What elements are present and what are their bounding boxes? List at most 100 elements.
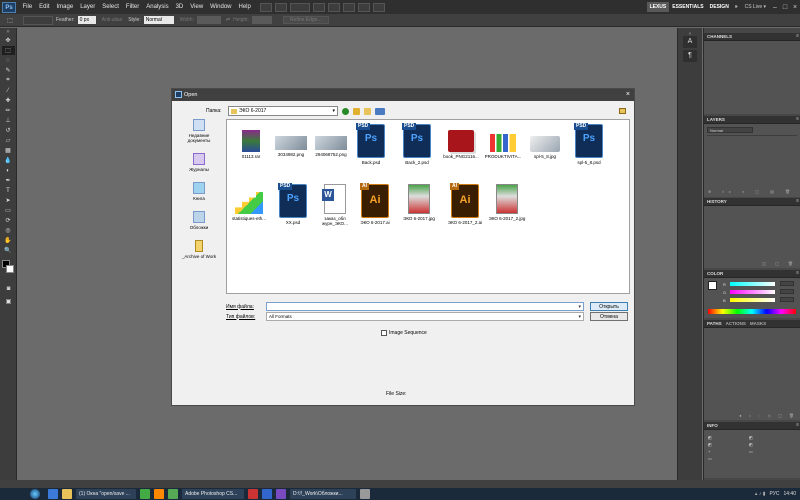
- pen-tool-icon[interactable]: ✒: [2, 176, 15, 185]
- menu-edit[interactable]: Edit: [36, 0, 53, 14]
- brush-tool-icon[interactable]: ✏: [2, 106, 15, 115]
- color-foreground-swatch[interactable]: [708, 281, 717, 290]
- file-item[interactable]: AI Ai ЭКО 6-2017_2.ai: [445, 183, 485, 244]
- open-folder-icon[interactable]: [619, 108, 626, 114]
- move-tool-icon[interactable]: ✥: [2, 36, 15, 45]
- path-select-icon[interactable]: ➤: [2, 196, 15, 205]
- image-sequence-checkbox[interactable]: [381, 330, 387, 336]
- panel-menu-icon[interactable]: ≡: [796, 34, 799, 39]
- menu-help[interactable]: Help: [235, 0, 254, 14]
- clock[interactable]: 14:40: [783, 491, 796, 497]
- screen-mode-button[interactable]: [373, 2, 386, 12]
- file-item[interactable]: PRODUKTIVITA...: [483, 124, 523, 184]
- place-journals[interactable]: Журналы: [178, 153, 220, 172]
- file-item[interactable]: 3034982.png: [271, 124, 311, 184]
- tab-actions[interactable]: ACTIONS: [726, 320, 746, 327]
- app-icon-messenger[interactable]: [168, 489, 178, 499]
- info-panel-header[interactable]: INFO ≡: [704, 422, 800, 430]
- toolbox-collapse-icon[interactable]: »: [2, 29, 15, 35]
- file-item[interactable]: ЭКО 6-2017.jpg: [399, 184, 439, 244]
- tab-paths[interactable]: PATHS: [707, 320, 722, 327]
- place-book[interactable]: Книга: [178, 182, 220, 201]
- history-footer-icons[interactable]: ◫ ▢ 🗑: [762, 261, 797, 266]
- menu-file[interactable]: File: [19, 0, 36, 14]
- 3d-orbit-icon[interactable]: ◎: [2, 226, 15, 235]
- crop-tool-icon[interactable]: ⌗: [2, 76, 15, 85]
- workspace-design[interactable]: DESIGN: [707, 2, 732, 12]
- file-item[interactable]: PSD Ps XX.psd: [273, 183, 313, 244]
- place-archive[interactable]: _Archive of Work: [178, 240, 220, 259]
- app-icon-blue[interactable]: [262, 489, 272, 499]
- file-item[interactable]: statistiques-eth...: [229, 184, 269, 244]
- hand-tool-button[interactable]: [313, 2, 326, 12]
- blend-mode-select[interactable]: Normal: [707, 127, 753, 133]
- strip-expand-icon[interactable]: «: [683, 28, 697, 37]
- marquee-preset-icon[interactable]: ⬚: [3, 16, 17, 25]
- hand-tool-icon[interactable]: ✋: [2, 236, 15, 245]
- 3d-rotate-icon[interactable]: ⟳: [2, 216, 15, 225]
- color-spectrum-ramp[interactable]: [708, 309, 796, 314]
- refine-edge-button[interactable]: Refine Edge...: [282, 16, 329, 24]
- close-app-button[interactable]: ×: [790, 4, 800, 11]
- color-slider-r[interactable]: [730, 282, 775, 286]
- new-folder-icon[interactable]: [364, 107, 371, 115]
- cancel-button[interactable]: Отмена: [590, 312, 628, 321]
- app-icon-orange[interactable]: [154, 489, 164, 499]
- zoom-tool-icon[interactable]: 🔍: [2, 246, 15, 255]
- selection-mode-buttons[interactable]: [23, 15, 53, 25]
- task-explorer-folder[interactable]: D:\!!_Work\Обложки...: [290, 489, 356, 499]
- style-select[interactable]: Normal: [143, 16, 174, 24]
- color-slider-g[interactable]: [730, 290, 775, 294]
- layers-footer-icons[interactable]: ⊕ fx ◑ ▢ ▤ 🗑: [708, 189, 796, 194]
- app-icon-red[interactable]: [248, 489, 258, 499]
- explorer-icon[interactable]: [62, 489, 72, 499]
- channels-panel-header[interactable]: CHANNELS ≡: [704, 33, 800, 41]
- file-item[interactable]: spl-5_8.jpg: [525, 124, 565, 184]
- up-folder-icon[interactable]: [353, 107, 360, 115]
- zoom-level-field[interactable]: [290, 2, 311, 12]
- menu-analysis[interactable]: Analysis: [143, 0, 172, 14]
- healing-brush-icon[interactable]: ✚: [2, 96, 15, 105]
- eyedropper-tool-icon[interactable]: ⁄: [2, 86, 15, 95]
- menu-image[interactable]: Image: [53, 0, 77, 14]
- tray-icons[interactable]: ▴ ♪ ▮: [755, 491, 766, 497]
- chevron-down-icon[interactable]: ▾: [578, 303, 581, 311]
- quick-select-tool-icon[interactable]: ✎: [2, 66, 15, 75]
- back-icon[interactable]: [342, 107, 349, 115]
- type-tool-icon[interactable]: T: [2, 186, 15, 195]
- file-item[interactable]: 294068752.png: [311, 124, 351, 184]
- color-value-r[interactable]: [780, 281, 794, 286]
- workspace-lexus[interactable]: LEXUS: [646, 2, 670, 12]
- maximize-button[interactable]: □: [780, 4, 790, 11]
- background-color-swatch[interactable]: [6, 265, 14, 273]
- paths-footer-icons[interactable]: ● ○ ◌ ◇ ▢ 🗑: [739, 413, 797, 418]
- screen-mode-icon[interactable]: ▣: [2, 297, 15, 306]
- folder-select[interactable]: ЭКО 6-2017 ▾: [228, 106, 338, 116]
- file-item[interactable]: book_PNG2116...: [441, 124, 481, 184]
- file-item[interactable]: PSD Ps spl-5_8.psd: [569, 123, 609, 184]
- menu-view[interactable]: View: [187, 0, 207, 14]
- marquee-tool-icon[interactable]: ⬚: [1, 46, 15, 55]
- panel-menu-icon[interactable]: ≡: [796, 199, 799, 204]
- history-panel-header[interactable]: HISTORY ≡: [704, 198, 800, 206]
- color-value-b[interactable]: [780, 297, 794, 302]
- file-item[interactable]: PSD Ps Back_2.psd: [397, 123, 437, 184]
- app-icon-green[interactable]: [140, 489, 150, 499]
- zoom-tool-button[interactable]: [328, 2, 341, 12]
- place-covers[interactable]: Обложки: [178, 211, 220, 230]
- menu-window[interactable]: Window: [207, 0, 235, 14]
- history-brush-icon[interactable]: ↺: [2, 126, 15, 135]
- feather-input[interactable]: 0 px: [77, 16, 96, 24]
- file-item[interactable]: ЭКО 6-2017_2.jpg: [487, 184, 527, 244]
- language-indicator[interactable]: РУС: [769, 491, 779, 497]
- menu-filter[interactable]: Filter: [122, 0, 142, 14]
- menu-select[interactable]: Select: [99, 0, 123, 14]
- workspace-essentials[interactable]: ESSENTIALS: [669, 2, 706, 12]
- layers-panel-header[interactable]: LAYERS ≡: [704, 116, 800, 124]
- file-item[interactable]: AI Ai ЭКО 6-2017.ai: [355, 183, 395, 244]
- menu-layer[interactable]: Layer: [77, 0, 99, 14]
- gradient-tool-icon[interactable]: ▦: [2, 146, 15, 155]
- shape-tool-icon[interactable]: ▭: [2, 206, 15, 215]
- width-input[interactable]: [196, 16, 221, 24]
- filetype-select[interactable]: All Formats ▾: [266, 312, 584, 321]
